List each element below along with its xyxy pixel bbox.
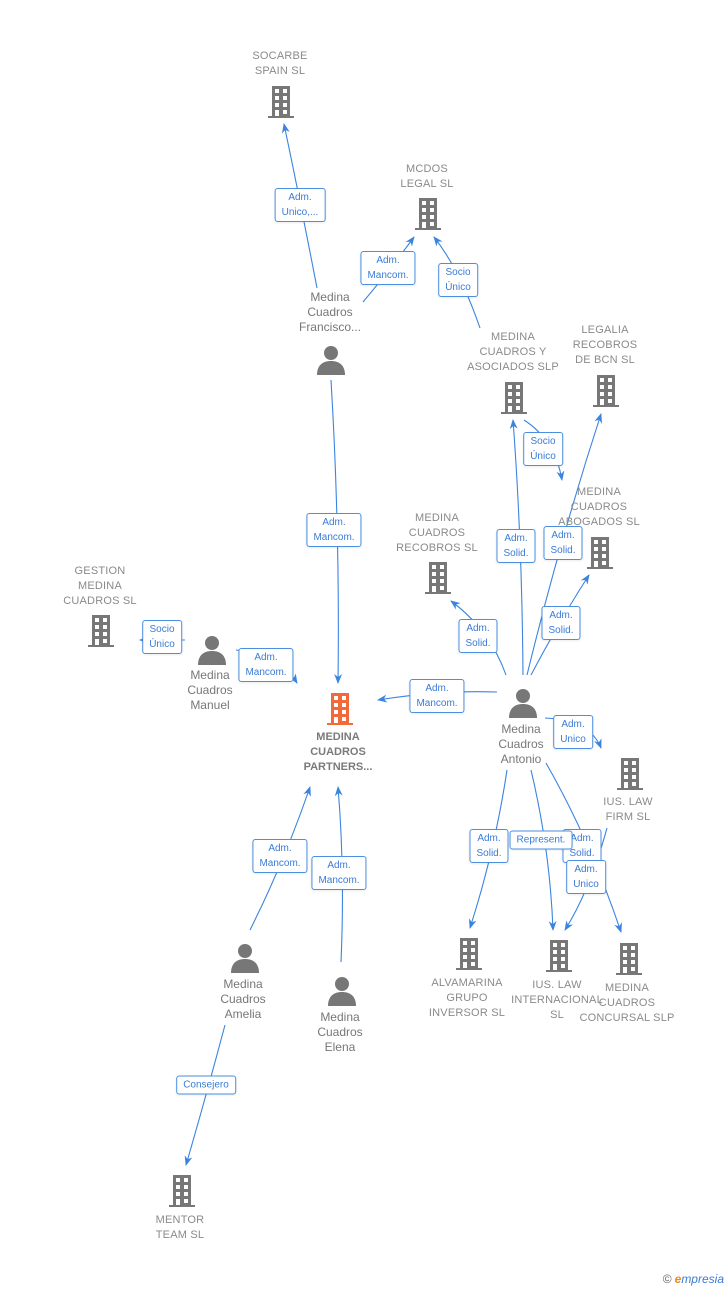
edge-label: Adm. Solid. [541,606,581,640]
node-mc-concursal[interactable]: MEDINA CUADROS CONCURSAL SLP [562,981,692,1026]
edge-label: Adm. Mancom. [252,839,308,873]
building-icon [616,943,642,975]
building-icon [425,562,451,594]
edge-label: Adm. Mancom. [360,251,416,285]
edge-label: Adm. Mancom. [238,648,294,682]
node-socarbe-spain[interactable]: SOCARBE SPAIN SL [215,49,345,79]
relationship-graph: SOCARBE SPAIN SL MCDOS LEGAL SL Medina C… [0,0,728,1290]
person-icon [509,689,537,718]
footer-brand[interactable]: © empresia [663,1272,724,1286]
building-icon [617,758,643,790]
edge-label: Adm. Unico [553,715,593,749]
building-icon [88,615,114,647]
brand-logo-text: mpresia [681,1272,724,1286]
node-mentor-team[interactable]: MENTOR TEAM SL [115,1213,245,1243]
edges-layer [88,86,643,1207]
edge-label: Consejero [176,1075,236,1095]
person-icon [198,636,226,665]
edge-label: Socio Único [523,432,563,466]
edge-label: Socio Único [438,263,478,297]
edge-label: Adm. Mancom. [409,679,465,713]
building-icon [415,198,441,230]
edge-label: Adm. Mancom. [311,856,367,890]
person-icon [231,944,259,973]
edge-antonio-iusintl [530,769,557,931]
node-mcdos-legal[interactable]: MCDOS LEGAL SL [362,162,492,192]
node-gestion[interactable]: GESTION MEDINA CUADROS SL [35,564,165,609]
edge-label: Adm. Solid. [496,529,536,563]
building-icon [587,537,613,569]
edge-label: Adm. Solid. [458,619,498,653]
edge-label: Adm. Mancom. [306,513,362,547]
node-legalia[interactable]: LEGALIA RECOBROS DE BCN SL [540,323,670,368]
node-francisco[interactable]: Medina Cuadros Francisco... [265,290,395,335]
focus-building-icon [327,693,353,725]
edge-label: Socio Único [142,620,182,654]
node-elena[interactable]: Medina Cuadros Elena [275,1010,405,1055]
node-mc-recobros[interactable]: MEDINA CUADROS RECOBROS SL [372,511,502,556]
building-icon [546,940,572,972]
person-icon [328,977,356,1006]
building-icon [268,86,294,118]
node-mc-abogados[interactable]: MEDINA CUADROS ABOGADOS SL [534,485,664,530]
node-ius-law-firm[interactable]: IUS. LAW FIRM SL [563,795,693,825]
edge-label: Represent. [509,830,573,850]
edge-amelia-mentor [184,1024,226,1166]
building-icon [593,375,619,407]
edge-label: Adm. Solid. [469,829,509,863]
building-icon [456,938,482,970]
edge-label: Adm. Unico,... [274,188,326,222]
copyright-symbol: © [662,1272,672,1286]
person-icon [317,346,345,375]
building-icon [169,1175,195,1207]
edge-label: Adm. Solid. [543,526,583,560]
edge-label: Adm. Unico [566,860,606,894]
node-partners-focus[interactable]: MEDINA CUADROS PARTNERS... [273,730,403,775]
building-icon [501,382,527,414]
